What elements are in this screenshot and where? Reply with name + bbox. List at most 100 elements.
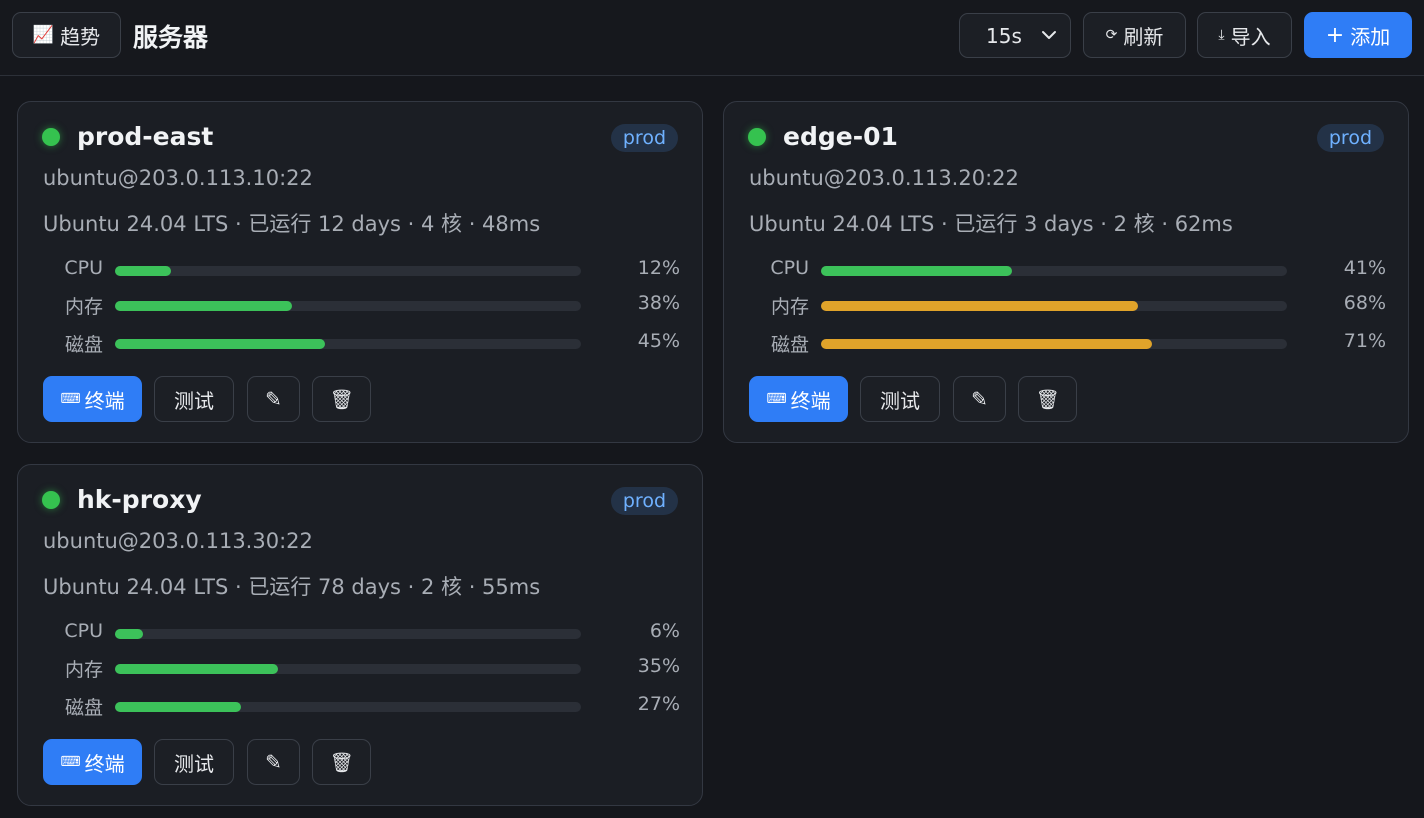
pencil-icon: ✎ [265,387,282,411]
delete-button[interactable]: 🗑 [1018,376,1077,422]
memory-label: 内存 [64,659,103,681]
trash-icon: 🗑 [1035,388,1060,411]
disk-bar-fill [115,702,241,712]
test-button-label: 测试 [174,388,214,413]
server-info: Ubuntu 24.04 LTS · 已运行 12 days · 4 核 · 4… [43,212,541,236]
disk-label: 磁盘 [770,334,809,356]
disk-bar-fill [115,339,325,349]
memory-bar-fill [821,301,1138,311]
memory-metric: 内存 68% [724,292,1410,318]
disk-percent: 71% [1343,330,1386,352]
memory-metric: 内存 35% [18,655,704,681]
cpu-label: CPU [64,257,103,279]
delete-button[interactable]: 🗑 [312,739,371,785]
disk-label: 磁盘 [64,334,103,356]
cpu-bar-fill [821,266,1013,276]
cpu-percent: 6% [649,620,680,642]
page-title: 服务器 [133,23,209,52]
server-address: ubuntu@203.0.113.30:22 [43,529,313,553]
import-button-label: 导入 [1230,24,1271,49]
disk-metric: 磁盘 27% [18,693,704,719]
add-server-button[interactable]: + 添加 [1304,12,1412,58]
cpu-percent: 41% [1343,257,1386,279]
cpu-bar-fill [115,266,171,276]
cpu-metric: CPU 41% [724,257,1410,283]
memory-label: 内存 [64,296,103,318]
disk-metric: 磁盘 71% [724,330,1410,356]
test-button[interactable]: 测试 [154,739,234,785]
disk-bar [115,339,581,349]
server-card: hk-proxy prod ubuntu@203.0.113.30:22 Ubu… [17,464,703,806]
environment-tag: prod [1316,124,1384,152]
disk-metric: 磁盘 45% [18,330,704,356]
keyboard-icon: ⌨ [60,391,81,407]
memory-metric: 内存 38% [18,292,704,318]
memory-bar [115,664,581,674]
top-bar: 📈 趋势 服务器 15s ⟳ 刷新 ⤓ 导入 + 添加 [0,0,1424,76]
server-card: prod-east prod ubuntu@203.0.113.10:22 Ub… [17,101,703,443]
delete-button[interactable]: 🗑 [312,376,371,422]
disk-bar-fill [821,339,1152,349]
memory-bar-fill [115,301,293,311]
memory-percent: 35% [637,655,680,677]
keyboard-icon: ⌨ [60,754,81,770]
terminal-button[interactable]: ⌨ 终端 [749,376,848,422]
status-online-indicator [748,128,766,146]
terminal-button-label: 终端 [84,388,125,413]
server-card: edge-01 prod ubuntu@203.0.113.20:22 Ubun… [723,101,1409,443]
memory-bar [115,301,581,311]
test-button[interactable]: 测试 [154,376,234,422]
terminal-button[interactable]: ⌨ 终端 [43,376,142,422]
trash-icon: 🗑 [329,388,354,411]
refresh-interval-value: 15s [986,23,1022,48]
edit-button[interactable]: ✎ [953,376,1006,422]
chevron-down-icon [1042,31,1056,39]
cpu-label: CPU [770,257,809,279]
terminal-button-label: 终端 [84,751,125,776]
disk-bar [821,339,1287,349]
cpu-metric: CPU 6% [18,620,704,646]
environment-tag: prod [610,487,678,515]
server-info: Ubuntu 24.04 LTS · 已运行 3 days · 2 核 · 62… [749,212,1233,236]
terminal-button-label: 终端 [790,388,831,413]
cpu-bar [115,629,581,639]
disk-percent: 45% [637,330,680,352]
cpu-bar [115,266,581,276]
keyboard-icon: ⌨ [766,391,787,407]
cpu-bar-fill [115,629,143,639]
refresh-button[interactable]: ⟳ 刷新 [1083,12,1186,58]
pencil-icon: ✎ [971,387,988,411]
status-online-indicator [42,128,60,146]
refresh-interval-select[interactable]: 15s [959,13,1071,58]
memory-label: 内存 [770,296,809,318]
server-info: Ubuntu 24.04 LTS · 已运行 78 days · 2 核 · 5… [43,575,541,599]
cpu-label: CPU [64,620,103,642]
memory-bar-fill [115,664,279,674]
cpu-percent: 12% [637,257,680,279]
memory-bar [821,301,1287,311]
trend-button-label: 趋势 [60,24,101,49]
trend-button[interactable]: 📈 趋势 [12,12,121,58]
test-button[interactable]: 测试 [860,376,940,422]
import-button[interactable]: ⤓ 导入 [1197,12,1292,58]
trash-icon: 🗑 [329,751,354,774]
test-button-label: 测试 [174,751,214,776]
disk-bar [115,702,581,712]
terminal-button[interactable]: ⌨ 终端 [43,739,142,785]
import-icon: ⤓ [1218,27,1225,43]
disk-percent: 27% [637,693,680,715]
environment-tag: prod [610,124,678,152]
refresh-icon: ⟳ [1105,27,1118,43]
edit-button[interactable]: ✎ [247,376,300,422]
memory-percent: 68% [1343,292,1386,314]
disk-label: 磁盘 [64,697,103,719]
server-name: edge-01 [783,122,898,151]
server-name: hk-proxy [77,485,202,514]
add-button-label: 添加 [1350,24,1391,49]
status-online-indicator [42,491,60,509]
refresh-button-label: 刷新 [1123,24,1164,49]
server-address: ubuntu@203.0.113.10:22 [43,166,313,190]
edit-button[interactable]: ✎ [247,739,300,785]
test-button-label: 测试 [880,388,920,413]
server-address: ubuntu@203.0.113.20:22 [749,166,1019,190]
